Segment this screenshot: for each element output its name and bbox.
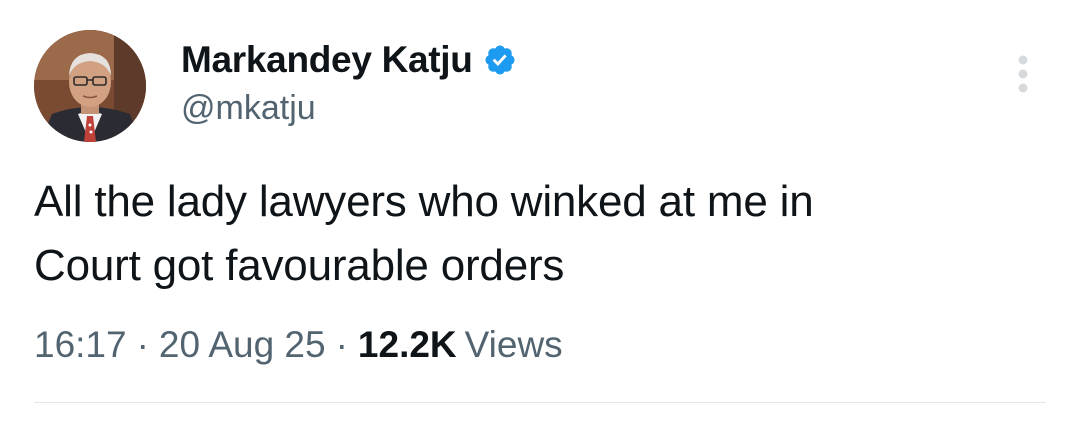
meta-separator: · <box>136 324 149 365</box>
author-display-name[interactable]: Markandey Katju <box>181 38 473 82</box>
author-handle[interactable]: @mkatju <box>181 88 316 128</box>
more-options-button[interactable] <box>1005 50 1041 98</box>
avatar[interactable] <box>34 30 146 142</box>
tweet-date[interactable]: 20 Aug 25 <box>159 323 326 367</box>
views-count[interactable]: 12.2K <box>358 323 457 367</box>
author-name-row: Markandey Katju <box>181 38 517 82</box>
views-label[interactable]: Views <box>465 323 563 367</box>
avatar-photo-icon <box>34 30 146 142</box>
tweet-time[interactable]: 16:17 <box>34 323 127 367</box>
more-options-vertical-icon <box>1018 55 1028 93</box>
tweet-text: All the lady lawyers who winked at me in… <box>34 170 1044 298</box>
tweet-text-line: All the lady lawyers who winked at me in <box>34 177 814 226</box>
meta-separator: · <box>335 324 348 365</box>
tweet-meta: 16:17 · 20 Aug 25 · 12.2K Views <box>34 323 563 367</box>
divider <box>34 402 1046 403</box>
tweet-text-line: Court got favourable orders <box>34 241 565 290</box>
tweet-card: Markandey Katju @mkatju All the lady law… <box>0 0 1080 422</box>
verified-badge-icon[interactable] <box>483 43 517 77</box>
